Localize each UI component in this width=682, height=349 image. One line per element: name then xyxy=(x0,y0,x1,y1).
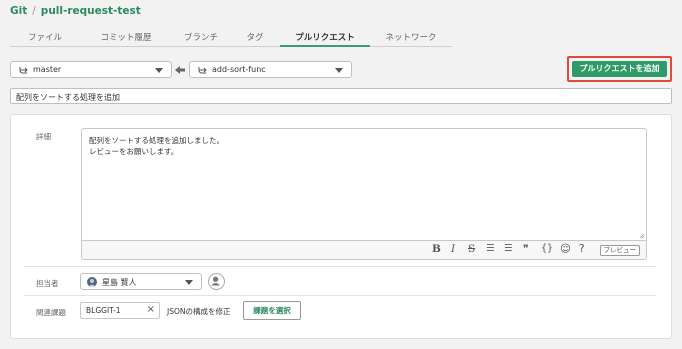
numbered-list-icon[interactable]: ☰ xyxy=(504,243,513,254)
tab-branches[interactable]: ブランチ xyxy=(172,28,230,47)
quote-icon[interactable]: ❞ xyxy=(523,243,529,255)
code-icon[interactable]: {} xyxy=(541,243,553,254)
repo-tabs: ファイル コミット履歴 ブランチ タグ プルリクエスト ネットワーク xyxy=(10,28,452,47)
related-issue-title: JSONの構成を修正 xyxy=(167,307,231,316)
strikethrough-icon[interactable]: S xyxy=(468,243,475,255)
breadcrumb-separator: / xyxy=(32,5,36,17)
description-label: 詳細 xyxy=(36,132,51,141)
chevron-down-icon xyxy=(185,280,193,285)
emoji-icon[interactable]: ☺ xyxy=(560,243,571,255)
tab-tags[interactable]: タグ xyxy=(230,28,280,47)
assignee-label: 担当者 xyxy=(36,279,59,288)
add-button-highlight: プルリクエストを追加 xyxy=(567,56,672,82)
chevron-down-icon xyxy=(155,68,163,73)
related-issue-key: BLGGIT-1 xyxy=(86,306,121,315)
description-textarea[interactable]: 配列をソートする処理を追加しました。 レビューをお願いします。 xyxy=(81,128,647,241)
base-branch-select[interactable]: master xyxy=(10,61,172,78)
tab-pull-requests[interactable]: プルリクエスト xyxy=(280,28,370,47)
description-line: レビューをお願いします。 xyxy=(89,147,179,156)
clear-issue-icon[interactable]: × xyxy=(147,304,155,315)
related-issue-input[interactable]: BLGGIT-1 × xyxy=(80,302,160,319)
bold-icon[interactable]: B xyxy=(432,243,441,255)
base-branch-value: master xyxy=(33,65,62,74)
editor-toolbar: B I S ☰ ☰ ❞ {} ☺ ? プレビュー xyxy=(81,241,647,260)
arrow-left-icon xyxy=(175,66,185,74)
assign-to-me-button[interactable] xyxy=(208,273,225,290)
user-avatar-icon xyxy=(88,279,96,287)
select-issue-button[interactable]: 課題を選択 xyxy=(243,301,301,320)
help-icon[interactable]: ? xyxy=(579,243,585,255)
branch-icon xyxy=(198,67,207,74)
chevron-down-icon xyxy=(335,68,343,73)
breadcrumb-root-link[interactable]: Git xyxy=(10,5,27,17)
compare-branch-select[interactable]: add-sort-func xyxy=(189,61,352,78)
breadcrumb: Git / pull-request-test xyxy=(10,5,141,17)
bullet-list-icon[interactable]: ☰ xyxy=(486,243,495,254)
assignee-name: 星島 賢人 xyxy=(102,278,137,287)
add-pull-request-button[interactable]: プルリクエストを追加 xyxy=(572,61,667,77)
breadcrumb-repo-link[interactable]: pull-request-test xyxy=(41,5,141,17)
tab-network[interactable]: ネットワーク xyxy=(370,28,452,47)
divider xyxy=(24,295,656,296)
assignee-select[interactable]: 星島 賢人 xyxy=(80,273,202,290)
user-icon xyxy=(211,276,221,286)
tab-commit-history[interactable]: コミット履歴 xyxy=(80,28,172,47)
divider xyxy=(24,266,656,267)
resize-handle-icon[interactable] xyxy=(639,233,645,239)
related-issue-label: 関連課題 xyxy=(36,308,66,317)
tab-files[interactable]: ファイル xyxy=(10,28,80,47)
preview-button[interactable]: プレビュー xyxy=(599,245,640,256)
branch-icon xyxy=(19,67,28,74)
description-line: 配列をソートする処理を追加しました。 xyxy=(89,136,224,145)
avatar xyxy=(87,277,97,287)
pr-title-input[interactable]: 配列をソートする処理を追加 xyxy=(10,88,672,104)
compare-branch-value: add-sort-func xyxy=(212,65,266,74)
italic-icon[interactable]: I xyxy=(451,243,455,255)
